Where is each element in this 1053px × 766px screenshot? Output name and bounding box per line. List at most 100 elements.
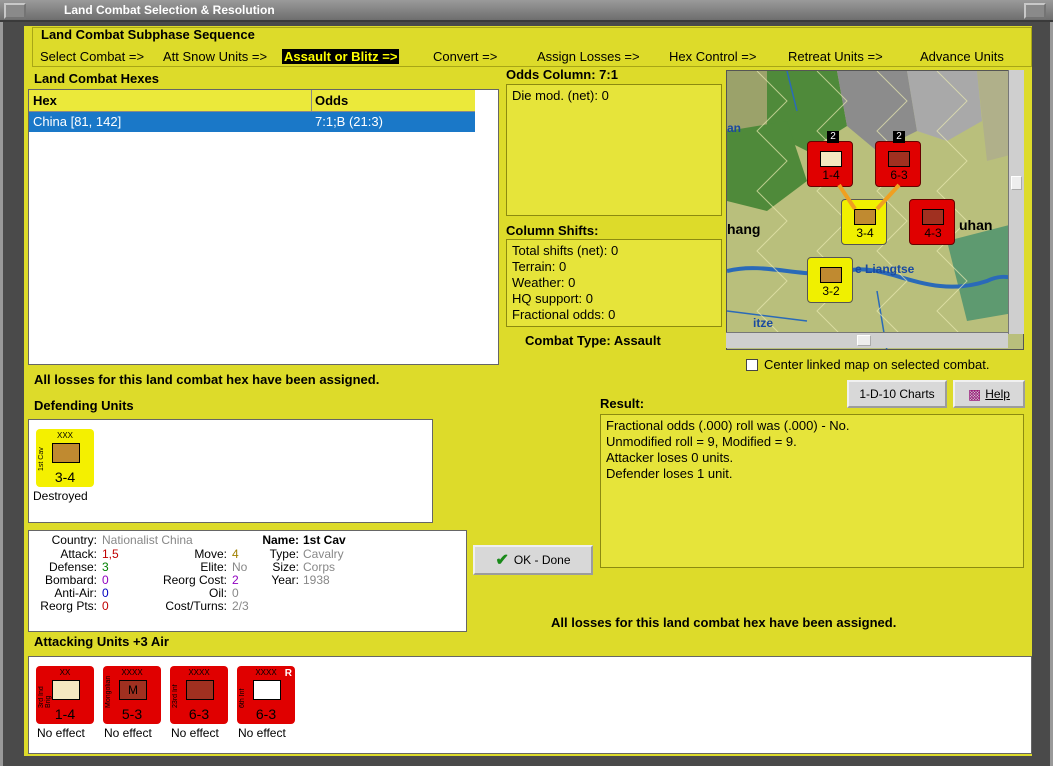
step-assault-or-blitz[interactable]: Assault or Blitz => — [282, 49, 400, 64]
center-map-checkbox[interactable] — [746, 359, 758, 371]
stat-defense: 3 — [102, 560, 109, 574]
window-titlebar[interactable]: Land Combat Selection & Resolution — [0, 0, 1053, 22]
stat-label-type: Type: — [269, 547, 299, 561]
stat-label-reorgcost: Reorg Cost: — [162, 573, 227, 587]
step-convert[interactable]: Convert => — [433, 49, 497, 64]
stat-label-defense: Defense: — [48, 560, 97, 574]
defending-title: Defending Units — [34, 398, 134, 413]
subphase-sequence: Land Combat Subphase Sequence Select Com… — [32, 27, 1032, 67]
map-horizontal-scrollbar[interactable] — [726, 332, 1008, 348]
shift-weather: Weather: 0 — [512, 275, 576, 290]
stat-label-year: Year: — [271, 573, 299, 587]
linked-map[interactable]: an hang uhan e Liangtse itze 1-4 2 6-3 2… — [726, 70, 1024, 350]
stat-label-name: Name: — [262, 533, 299, 547]
ok-done-button[interactable]: ✔ OK - Done — [473, 545, 593, 575]
stat-label-reorg: Reorg Pts: — [40, 599, 97, 613]
shifts-title: Column Shifts: — [506, 223, 599, 238]
step-select-combat[interactable]: Select Combat => — [40, 49, 144, 64]
charts-button[interactable]: 1-D-10 Charts — [847, 380, 947, 408]
attacker-status: No effect — [104, 726, 152, 740]
stat-attack: 1,5 — [102, 547, 119, 561]
attacker-status: No effect — [37, 726, 85, 740]
odds-panel: Die mod. (net): 0 — [506, 84, 722, 216]
hexes-table-header: Hex Odds — [29, 90, 475, 112]
losses-message-bottom: All losses for this land combat hex have… — [551, 615, 897, 630]
scroll-thumb[interactable] — [857, 335, 871, 346]
shift-total: Total shifts (net): 0 — [512, 243, 619, 258]
shift-terrain: Terrain: 0 — [512, 259, 567, 274]
attacking-title: Attacking Units +3 Air — [34, 634, 169, 649]
losses-message-top: All losses for this land combat hex have… — [34, 372, 380, 387]
stat-elite: No — [232, 560, 248, 574]
stat-label-antiair: Anti-Air: — [54, 586, 97, 600]
step-advance-units[interactable]: Advance Units — [920, 49, 1004, 64]
stat-reorg: 0 — [102, 599, 109, 613]
stat-label-bombard: Bombard: — [44, 573, 97, 587]
stat-label-size: Size: — [272, 560, 299, 574]
shifts-panel: Total shifts (net): 0 Terrain: 0 Weather… — [506, 239, 722, 327]
attacker-counter[interactable]: XXXX 6th Inf 6-3 R — [237, 666, 295, 724]
col-header-odds[interactable]: Odds — [315, 93, 348, 108]
attacker-counter[interactable]: XXXX 23rd Inf 6-3 — [170, 666, 228, 724]
center-map-label: Center linked map on selected combat. — [764, 357, 990, 372]
defender-counter[interactable]: XXX 1st Cav 3-4 — [36, 429, 94, 487]
stat-oil: 0 — [232, 586, 239, 600]
result-line: Unmodified roll = 9, Modified = 9. — [606, 434, 797, 449]
help-button[interactable]: ▩ Help — [953, 380, 1025, 408]
subphase-title: Land Combat Subphase Sequence — [41, 27, 255, 42]
stat-label-oil: Oil: — [209, 586, 227, 600]
defender-status: Destroyed — [33, 489, 88, 503]
result-line: Fractional odds (.000) roll was (.000) -… — [606, 418, 850, 433]
window-menu-button[interactable] — [4, 3, 26, 19]
stat-label-country: Country: — [51, 533, 97, 547]
checkmark-icon: ✔ — [495, 552, 509, 569]
attacker-status: No effect — [171, 726, 219, 740]
cell-hex: China [81, 142] — [33, 114, 122, 129]
step-retreat-units[interactable]: Retreat Units => — [788, 49, 883, 64]
result-line: Defender loses 1 unit. — [606, 466, 733, 481]
step-assign-losses[interactable]: Assign Losses => — [537, 49, 640, 64]
cell-odds: 7:1;B (21:3) — [315, 114, 383, 129]
combat-type: Combat Type: Assault — [525, 333, 661, 348]
stat-label-elite: Elite: — [200, 560, 227, 574]
stat-size: Corps — [303, 560, 336, 574]
stat-bombard: 0 — [102, 573, 109, 587]
stat-label-costturns: Cost/Turns: — [165, 599, 227, 613]
stat-antiair: 0 — [102, 586, 109, 600]
stat-label-move: Move: — [194, 547, 227, 561]
defending-units-panel: XXX 1st Cav 3-4 Destroyed — [28, 419, 433, 523]
shift-fractional: Fractional odds: 0 — [512, 307, 616, 322]
result-line: Attacker loses 0 units. — [606, 450, 734, 465]
help-book-icon: ▩ — [968, 385, 982, 402]
result-title: Result: — [600, 396, 645, 411]
stat-country: Nationalist China — [102, 533, 193, 547]
hexes-table: Hex Odds China [81, 142] 7:1;B (21:3) — [28, 89, 499, 365]
table-row[interactable]: China [81, 142] 7:1;B (21:3) — [29, 112, 475, 132]
window-title: Land Combat Selection & Resolution — [64, 3, 275, 17]
stat-reorgcost: 2 — [232, 573, 239, 587]
col-header-hex[interactable]: Hex — [33, 93, 57, 108]
result-panel: Fractional odds (.000) roll was (.000) -… — [600, 414, 1024, 568]
unit-stats-panel: Country: Nationalist China Attack: 1,5 D… — [28, 530, 467, 632]
attacking-units-panel: XX 3rd Ind Brig 1-4 No effect XXXX Mongo… — [28, 656, 1032, 754]
odds-title: Odds Column: 7:1 — [506, 67, 618, 82]
hexes-title: Land Combat Hexes — [34, 71, 159, 86]
reserve-badge: R — [284, 668, 292, 679]
scroll-thumb[interactable] — [1011, 176, 1022, 190]
stat-costturns: 2/3 — [232, 599, 249, 613]
attacker-status: No effect — [238, 726, 286, 740]
stat-move: 4 — [232, 547, 239, 561]
attacker-counter[interactable]: XX 3rd Ind Brig 1-4 — [36, 666, 94, 724]
step-hex-control[interactable]: Hex Control => — [669, 49, 756, 64]
shift-hq-support: HQ support: 0 — [512, 291, 593, 306]
map-vertical-scrollbar[interactable] — [1008, 70, 1024, 334]
window-close-button[interactable] — [1024, 3, 1046, 19]
attack-arrows — [837, 183, 901, 211]
stat-name: 1st Cav — [303, 533, 346, 547]
step-att-snow-units[interactable]: Att Snow Units => — [163, 49, 267, 64]
attacker-counter[interactable]: XXXX Mongolian M 5-3 — [103, 666, 161, 724]
stat-label-attack: Attack: — [60, 547, 97, 561]
stat-type: Cavalry — [303, 547, 344, 561]
die-mod: Die mod. (net): 0 — [512, 88, 609, 103]
stat-year: 1938 — [303, 573, 330, 587]
